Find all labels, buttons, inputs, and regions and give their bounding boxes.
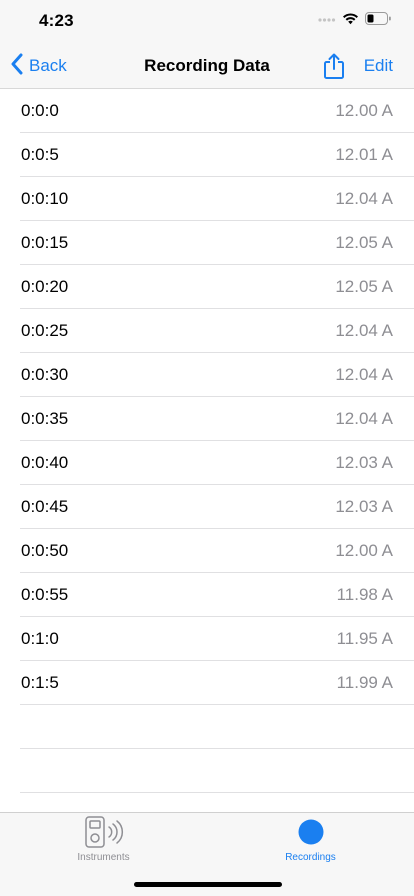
row-time: 0:0:55 [21,585,69,604]
share-button[interactable] [322,53,346,79]
row-time: 0:0:45 [21,497,69,516]
table-row[interactable]: 0:0:5 12.01 A [0,133,414,177]
row-value: 12.00 A [335,541,393,560]
empty-row [0,705,414,749]
navigation-bar: Back Recording Data Edit [0,44,414,89]
record-circle-icon [298,819,324,850]
instrument-icon [83,815,125,853]
status-bar: 4:23 [0,0,414,44]
signal-icon [318,12,336,30]
tab-instruments-label: Instruments [77,852,130,863]
chevron-left-icon [10,53,29,80]
tab-recordings[interactable]: Recordings [207,818,414,868]
row-time: 0:0:25 [21,321,69,340]
row-value: 12.04 A [335,365,393,384]
table-row[interactable]: 0:0:25 12.04 A [0,309,414,353]
back-label: Back [29,56,67,75]
tab-instruments[interactable]: Instruments [0,815,207,868]
table-row[interactable]: 0:1:5 11.99 A [0,661,414,705]
table-row[interactable]: 0:1:0 11.95 A [0,617,414,661]
tab-recordings-label: Recordings [285,852,336,863]
table-row[interactable]: 0:0:20 12.05 A [0,265,414,309]
table-row[interactable]: 0:0:40 12.03 A [0,441,414,485]
battery-icon [365,12,392,30]
row-time: 0:0:0 [21,101,59,120]
table-row[interactable]: 0:0:50 12.00 A [0,529,414,573]
row-value: 11.99 A [336,673,393,692]
row-value: 12.03 A [335,497,393,516]
row-value: 12.01 A [335,145,393,164]
table-row[interactable]: 0:0:30 12.04 A [0,353,414,397]
row-time: 0:0:15 [21,233,69,252]
row-time: 0:1:5 [21,673,59,692]
row-value: 12.04 A [335,409,393,428]
row-value: 12.04 A [335,321,393,340]
table-row[interactable]: 0:0:15 12.05 A [0,221,414,265]
row-value: 12.00 A [335,101,393,120]
share-icon [322,53,346,83]
table-row[interactable]: 0:0:55 11.98 A [0,573,414,617]
row-time: 0:0:50 [21,541,69,560]
table-row[interactable]: 0:0:0 12.00 A [0,89,414,133]
row-time: 0:0:30 [21,365,69,384]
row-time: 0:0:10 [21,189,69,208]
row-time: 0:0:40 [21,453,69,472]
row-value: 12.05 A [335,277,393,296]
row-value: 12.03 A [335,453,393,472]
row-time: 0:1:0 [21,629,59,648]
recording-data-list: 0:0:0 12.00 A 0:0:5 12.01 A 0:0:10 12.04 A 0:0… [0,89,414,793]
status-time: 4:23 [39,11,74,30]
screen: 4:23 Back Recording Data Edit 0:0:0 12.0… [0,0,414,896]
row-value: 12.05 A [335,233,393,252]
row-time: 0:0:5 [21,145,59,164]
back-button[interactable]: Back [10,44,67,88]
empty-row [0,749,414,793]
row-time: 0:0:20 [21,277,69,296]
edit-button[interactable]: Edit [364,44,393,88]
row-value: 11.98 A [336,585,393,604]
row-time: 0:0:35 [21,409,69,428]
row-value: 11.95 A [336,629,393,648]
wifi-icon [342,12,359,30]
table-row[interactable]: 0:0:10 12.04 A [0,177,414,221]
table-row[interactable]: 0:0:35 12.04 A [0,397,414,441]
table-row[interactable]: 0:0:45 12.03 A [0,485,414,529]
status-icons [318,12,392,30]
home-indicator [134,882,282,887]
row-value: 12.04 A [335,189,393,208]
